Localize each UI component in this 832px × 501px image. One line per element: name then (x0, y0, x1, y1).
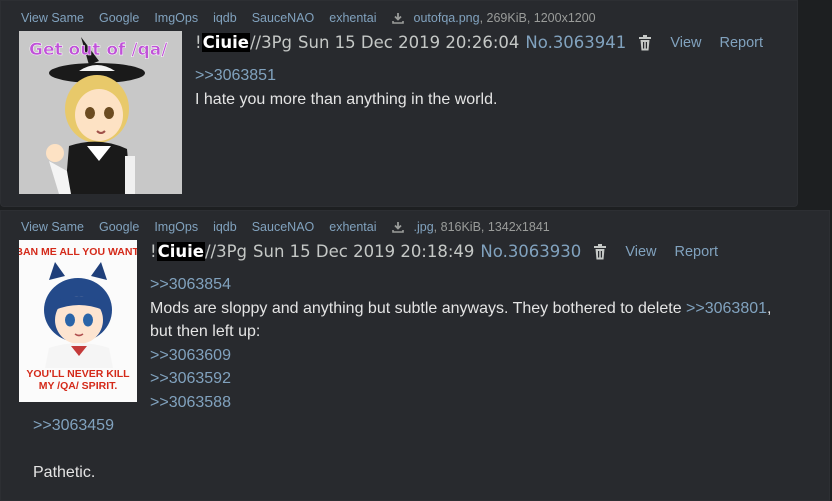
iqdb-link[interactable]: iqdb (213, 220, 237, 234)
saucenao-link[interactable]: SauceNAO (252, 220, 315, 234)
file-links-bar: View Same Google ImgOps iqdb SauceNAO ex… (21, 11, 596, 25)
report-link[interactable]: Report (719, 35, 763, 51)
marisa-thumbnail-art: Get out of /qa/ (19, 31, 182, 194)
body-line: but then left up: (150, 323, 261, 340)
file-info: , 816KiB, 1342x1841 (433, 220, 550, 234)
post-thumbnail[interactable]: Get out of /qa/ (19, 31, 182, 194)
view-link[interactable]: View (625, 244, 656, 260)
post-body: >>3063851 I hate you more than anything … (195, 64, 497, 111)
trip-prefix: ! (150, 242, 157, 261)
view-link[interactable]: View (670, 35, 701, 51)
post-datetime: Sun 15 Dec 2019 20:26:04 (298, 33, 520, 52)
post-3063941: View Same Google ImgOps iqdb SauceNAO ex… (0, 0, 798, 207)
quote-link[interactable]: >>3063588 (150, 394, 231, 411)
file-links-bar: View Same Google ImgOps iqdb SauceNAO ex… (21, 220, 550, 234)
imgops-link[interactable]: ImgOps (154, 220, 198, 234)
thumb-caption-bottom: YOU'LL NEVER KILL MY /QA/ SPIRIT. (26, 368, 130, 392)
quote-link[interactable]: >>3063851 (195, 67, 276, 84)
post-header: ! Ciuie//3Pg Sun 15 Dec 2019 20:18:49 No.… (150, 242, 718, 261)
post-body: >>3063854 Mods are sloppy and anything b… (150, 273, 771, 414)
post-thumbnail[interactable]: BAN ME ALL YOU WANT. YOU'LL NEVER KILL M… (19, 240, 137, 402)
saucenao-link[interactable]: SauceNAO (252, 11, 315, 25)
quote-link[interactable]: >>3063459 (33, 417, 114, 434)
file-name-link[interactable]: .jpg (414, 220, 434, 234)
imgops-link[interactable]: ImgOps (154, 11, 198, 25)
download-icon[interactable] (391, 221, 404, 233)
view-same-link[interactable]: View Same (21, 11, 84, 25)
body-line: Pathetic. (33, 464, 96, 481)
quote-link[interactable]: >>3063609 (150, 347, 231, 364)
trash-icon[interactable] (638, 34, 652, 51)
trip-suffix: //3Pg (249, 33, 293, 52)
view-same-link[interactable]: View Same (21, 220, 84, 234)
post-body-continued: >>3063459 Pathetic. (33, 414, 114, 485)
quote-link[interactable]: >>3063854 (150, 276, 231, 293)
download-icon[interactable] (391, 12, 404, 24)
exhentai-link[interactable]: exhentai (329, 220, 376, 234)
body-line: I hate you more than anything in the wor… (195, 90, 498, 108)
thumb-caption-top: BAN ME ALL YOU WANT. (19, 246, 137, 258)
trip-name: Ciuie (156, 242, 205, 261)
post-3063930: View Same Google ImgOps iqdb SauceNAO ex… (0, 210, 830, 501)
quote-link[interactable]: >>3063592 (150, 370, 231, 387)
body-line: Mods are sloppy and anything but subtle … (150, 299, 687, 317)
post-header: ! Ciuie//3Pg Sun 15 Dec 2019 20:26:04 No.… (195, 33, 763, 52)
google-link[interactable]: Google (99, 220, 139, 234)
thumb-caption: Get out of /qa/ (29, 40, 168, 60)
trip-prefix: ! (195, 33, 202, 52)
file-name-link[interactable]: outofqa.png (414, 11, 480, 25)
exhentai-link[interactable]: exhentai (329, 11, 376, 25)
report-link[interactable]: Report (674, 244, 718, 260)
post-number-link[interactable]: No.3063930 (480, 242, 581, 261)
post-datetime: Sun 15 Dec 2019 20:18:49 (253, 242, 475, 261)
file-info: , 269KiB, 1200x1200 (479, 11, 596, 25)
post-number-link[interactable]: No.3063941 (525, 33, 626, 52)
body-line-end: , (767, 299, 772, 317)
trip-name: Ciuie (201, 33, 250, 52)
iqdb-link[interactable]: iqdb (213, 11, 237, 25)
google-link[interactable]: Google (99, 11, 139, 25)
ban-me-thumbnail-art: BAN ME ALL YOU WANT. YOU'LL NEVER KILL M… (19, 240, 137, 402)
trash-icon[interactable] (593, 243, 607, 260)
trip-suffix: //3Pg (204, 242, 248, 261)
quote-link-inline[interactable]: >>3063801 (686, 300, 767, 317)
